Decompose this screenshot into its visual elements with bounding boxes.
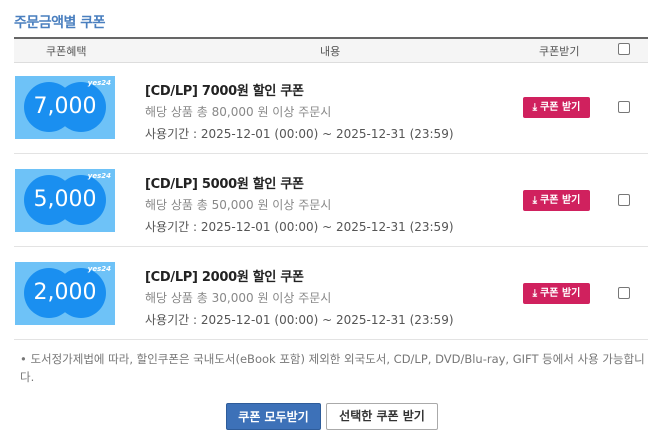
- download-icon: ⤓: [532, 195, 538, 206]
- coupon-row: yes24 7,000 [CD/LP] 7000원 할인 쿠폰 해당 상품 총 …: [14, 61, 648, 154]
- coupon-ticket-image: yes24 2,000: [15, 262, 115, 325]
- table-header: 쿠폰혜택 내용 쿠폰받기: [14, 37, 648, 63]
- coupon-period: 사용기간 : 2025-12-01 (00:00) ~ 2025-12-31 (…: [145, 313, 454, 327]
- coupon-period: 사용기간 : 2025-12-01 (00:00) ~ 2025-12-31 (…: [145, 127, 454, 141]
- select-all-checkbox[interactable]: [618, 43, 630, 55]
- get-coupon-label: 쿠폰 받기: [540, 102, 581, 113]
- coupon-ticket-image: yes24 5,000: [15, 169, 115, 232]
- coupon-note: • 도서정가제법에 따라, 할인쿠폰은 국내도서(eBook 포함) 제외한 외…: [20, 352, 645, 384]
- coupon-checkbox[interactable]: [618, 287, 630, 299]
- header-benefit: 쿠폰혜택: [46, 45, 87, 58]
- get-coupon-button[interactable]: ⤓ 쿠폰 받기: [523, 97, 590, 118]
- get-coupon-button[interactable]: ⤓ 쿠폰 받기: [523, 190, 590, 211]
- coupon-row: yes24 2,000 [CD/LP] 2000원 할인 쿠폰 해당 상품 총 …: [14, 247, 648, 340]
- receive-selected-button[interactable]: 선택한 쿠폰 받기: [326, 403, 438, 430]
- coupon-condition: 해당 상품 총 30,000 원 이상 주문시: [145, 291, 332, 305]
- brand-logo: yes24: [87, 79, 111, 87]
- coupon-amount: 5,000: [33, 187, 97, 212]
- coupon-period: 사용기간 : 2025-12-01 (00:00) ~ 2025-12-31 (…: [145, 220, 454, 234]
- coupon-checkbox[interactable]: [618, 194, 630, 206]
- get-coupon-label: 쿠폰 받기: [540, 288, 581, 299]
- coupon-name: [CD/LP] 5000원 할인 쿠폰: [145, 177, 304, 192]
- download-icon: ⤓: [532, 102, 538, 113]
- coupon-amount: 7,000: [33, 94, 97, 119]
- download-icon: ⤓: [532, 288, 538, 299]
- coupon-amount: 2,000: [33, 280, 97, 305]
- header-content: 내용: [320, 45, 341, 58]
- coupon-row: yes24 5,000 [CD/LP] 5000원 할인 쿠폰 해당 상품 총 …: [14, 154, 648, 247]
- get-coupon-label: 쿠폰 받기: [540, 195, 581, 206]
- section-title: 주문금액별 쿠폰: [14, 15, 106, 31]
- coupon-condition: 해당 상품 총 50,000 원 이상 주문시: [145, 198, 332, 212]
- header-receive: 쿠폰받기: [539, 45, 580, 58]
- coupon-name: [CD/LP] 2000원 할인 쿠폰: [145, 270, 304, 285]
- brand-logo: yes24: [87, 172, 111, 180]
- get-coupon-button[interactable]: ⤓ 쿠폰 받기: [523, 283, 590, 304]
- brand-logo: yes24: [87, 265, 111, 273]
- coupon-ticket-image: yes24 7,000: [15, 76, 115, 139]
- receive-all-button[interactable]: 쿠폰 모두받기: [226, 403, 321, 430]
- coupon-name: [CD/LP] 7000원 할인 쿠폰: [145, 84, 304, 99]
- coupon-checkbox[interactable]: [618, 101, 630, 113]
- coupon-condition: 해당 상품 총 80,000 원 이상 주문시: [145, 105, 332, 119]
